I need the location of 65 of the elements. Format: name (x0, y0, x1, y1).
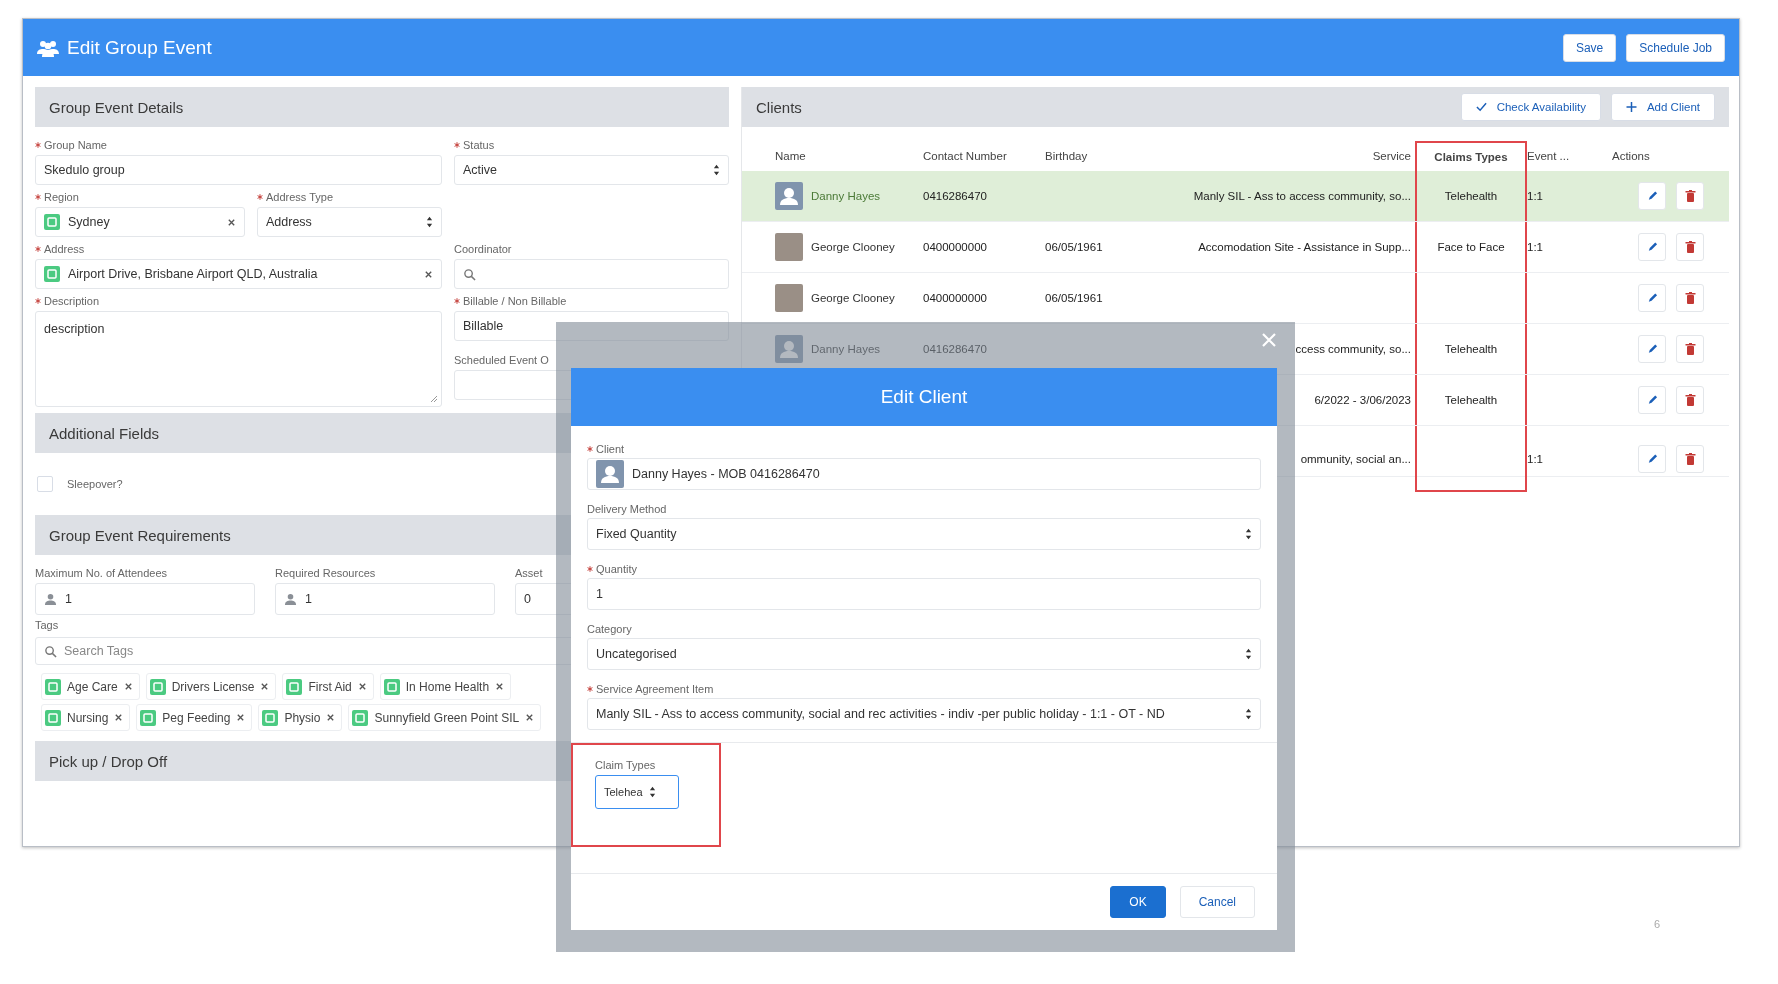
window-title: Edit Group Event (67, 36, 212, 59)
field-value: Fixed Quantity (596, 527, 677, 541)
table-cell: 06/05/1961 (1045, 292, 1103, 304)
field-value: 0 (524, 592, 531, 606)
field-value: 1 (596, 587, 603, 601)
checkbox-label: Sleepover? (67, 478, 123, 490)
table-cell: ccess community, so... (1295, 343, 1411, 355)
table-cell: ommunity, social an... (1300, 453, 1411, 465)
table-cell: 1:1 (1527, 453, 1543, 465)
modal-title: Edit Client (571, 368, 1277, 426)
field-value: Sydney (68, 215, 110, 229)
table-cell: 0416286470 (923, 190, 987, 202)
page-number: 6 (1654, 918, 1661, 930)
field-label: Category (587, 623, 632, 635)
column-header: Event ... (1527, 149, 1571, 164)
table-cell: Manly SIL - Ass to access community, so... (1193, 190, 1411, 202)
field-label: Group Name (44, 139, 107, 151)
section-header: Group Event Details (35, 87, 729, 127)
table-cell: Accomodation Site - Assistance in Supp... (1198, 241, 1411, 253)
field-value: Telehea (604, 786, 643, 798)
table-cell: 1:1 (1527, 190, 1543, 202)
field-label: Billable / Non Billable (463, 295, 567, 307)
table-cell: Telehealth (1444, 190, 1498, 202)
field-label: Required Resources (275, 567, 376, 579)
field-value: 1 (305, 592, 312, 606)
section-title: Clients (756, 98, 802, 116)
table-cell: 0400000000 (923, 241, 987, 253)
field-label: Client (596, 443, 625, 455)
field-label: Tags (35, 619, 59, 631)
field-value: Danny Hayes - MOB 0416286470 (632, 467, 820, 481)
table-cell: 06/05/1961 (1045, 241, 1103, 253)
column-header: Birthday (1045, 149, 1089, 164)
field-label: Maximum No. of Attendees (35, 567, 168, 579)
field-label: Claim Types (595, 759, 656, 771)
field-value: description (44, 322, 105, 336)
field-label: Delivery Method (587, 503, 667, 515)
table-cell: Telehealth (1444, 343, 1498, 355)
field-label: Region (44, 191, 79, 203)
column-header: Service (1371, 149, 1412, 164)
field-value: Uncategorised (596, 647, 677, 661)
field-label: Status (463, 139, 495, 151)
field-label: Coordinator (454, 243, 512, 255)
field-value: Active (463, 163, 498, 177)
field-value: Address (266, 215, 312, 229)
field-value: Airport Drive, Brisbane Airport QLD, Australia (68, 267, 318, 281)
field-label: Service Agreement Item (596, 683, 714, 695)
field-value: Skedulo group (44, 163, 125, 177)
field-label: Description (44, 295, 100, 307)
table-cell: Face to Face (1437, 241, 1505, 253)
table-cell: 6/2022 - 3/06/2023 (1314, 394, 1411, 406)
table-cell: 0400000000 (923, 292, 987, 304)
table-cell: 1:1 (1527, 241, 1543, 253)
column-header: Name (775, 149, 807, 164)
field-value: 1 (65, 592, 72, 606)
field-value: Manly SIL - Ass to access community, social and rec activities - indiv -per public holiday - 1:1 - OT - ND (596, 707, 1165, 721)
field-label: Quantity (596, 563, 637, 575)
field-label: Address (44, 243, 85, 255)
table-cell: Telehealth (1444, 394, 1498, 406)
field-value: Billable (463, 319, 504, 333)
table-cell: 0416286470 (923, 343, 987, 355)
column-header: Contact Number (923, 149, 1008, 164)
field-label: Address Type (266, 191, 334, 203)
field-label: Asset (515, 567, 543, 579)
column-header: Actions (1611, 149, 1651, 164)
field-label: Scheduled Event O (454, 354, 549, 366)
